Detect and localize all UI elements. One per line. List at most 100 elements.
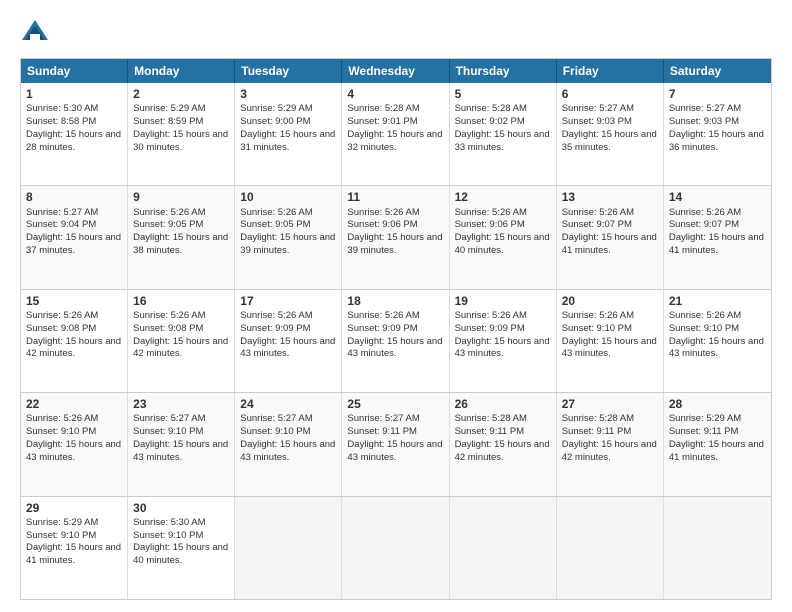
daylight: Daylight: 15 hours and 33 minutes. (455, 129, 550, 153)
daylight: Daylight: 15 hours and 41 minutes. (26, 542, 121, 566)
sunset: Sunset: 9:03 PM (669, 116, 739, 127)
calendar-cell: 17Sunrise: 5:26 AMSunset: 9:09 PMDayligh… (235, 290, 342, 392)
sunrise: Sunrise: 5:29 AM (133, 103, 205, 114)
daylight: Daylight: 15 hours and 36 minutes. (669, 129, 764, 153)
sunset: Sunset: 9:05 PM (133, 219, 203, 230)
daylight: Daylight: 15 hours and 35 minutes. (562, 129, 657, 153)
calendar-cell: 30Sunrise: 5:30 AMSunset: 9:10 PMDayligh… (128, 497, 235, 599)
calendar-cell: 1Sunrise: 5:30 AMSunset: 8:58 PMDaylight… (21, 83, 128, 185)
day-number: 4 (347, 86, 443, 102)
sunset: Sunset: 8:58 PM (26, 116, 96, 127)
sunset: Sunset: 9:00 PM (240, 116, 310, 127)
header-day-tuesday: Tuesday (235, 59, 342, 83)
day-number: 5 (455, 86, 551, 102)
sunrise: Sunrise: 5:28 AM (455, 103, 527, 114)
calendar-cell: 11Sunrise: 5:26 AMSunset: 9:06 PMDayligh… (342, 186, 449, 288)
calendar-cell: 25Sunrise: 5:27 AMSunset: 9:11 PMDayligh… (342, 393, 449, 495)
calendar-cell: 8Sunrise: 5:27 AMSunset: 9:04 PMDaylight… (21, 186, 128, 288)
sunrise: Sunrise: 5:26 AM (26, 310, 98, 321)
calendar-cell: 5Sunrise: 5:28 AM Sunset: 9:02 PM Daylight… (450, 83, 557, 185)
day-number: 12 (455, 189, 551, 205)
daylight: Daylight: 15 hours and 28 minutes. (26, 129, 121, 153)
daylight: Daylight: 15 hours and 43 minutes. (240, 439, 335, 463)
calendar-cell: 27Sunrise: 5:28 AMSunset: 9:11 PMDayligh… (557, 393, 664, 495)
sunrise: Sunrise: 5:28 AM (562, 413, 634, 424)
day-number: 26 (455, 396, 551, 412)
day-number: 22 (26, 396, 122, 412)
sunrise: Sunrise: 5:27 AM (347, 413, 419, 424)
calendar-cell: 18Sunrise: 5:26 AMSunset: 9:09 PMDayligh… (342, 290, 449, 392)
header-day-monday: Monday (128, 59, 235, 83)
daylight: Daylight: 15 hours and 37 minutes. (26, 232, 121, 256)
sunrise: Sunrise: 5:26 AM (133, 207, 205, 218)
sunset: Sunset: 9:11 PM (347, 426, 417, 437)
sunset: Sunset: 9:10 PM (562, 323, 632, 334)
calendar-cell: 3Sunrise: 5:29 AMSunset: 9:00 PMDaylight… (235, 83, 342, 185)
sunrise: Sunrise: 5:26 AM (455, 310, 527, 321)
sunrise: Sunrise: 5:30 AM (26, 103, 98, 114)
sunset: Sunset: 9:10 PM (133, 426, 203, 437)
header-day-saturday: Saturday (664, 59, 771, 83)
sunrise: Sunrise: 5:27 AM (26, 207, 98, 218)
header-day-thursday: Thursday (450, 59, 557, 83)
calendar-cell (342, 497, 449, 599)
header-day-friday: Friday (557, 59, 664, 83)
sunset: Sunset: 9:10 PM (133, 530, 203, 541)
sunset: Sunset: 9:10 PM (669, 323, 739, 334)
daylight: Daylight: 15 hours and 39 minutes. (240, 232, 335, 256)
calendar-cell: 14Sunrise: 5:26 AMSunset: 9:07 PMDayligh… (664, 186, 771, 288)
sunset: Sunset: 9:07 PM (562, 219, 632, 230)
sunset: Sunset: 9:03 PM (562, 116, 632, 127)
sunrise: Sunrise: 5:26 AM (240, 207, 312, 218)
sunset: Sunset: 9:10 PM (240, 426, 310, 437)
sunset: Sunset: 9:08 PM (133, 323, 203, 334)
calendar-row-0: 1Sunrise: 5:30 AMSunset: 8:58 PMDaylight… (21, 83, 771, 185)
daylight: Daylight: 15 hours and 43 minutes. (562, 336, 657, 360)
day-number: 2 (133, 86, 229, 102)
daylight: Daylight: 15 hours and 42 minutes. (562, 439, 657, 463)
sunset: Sunset: 9:11 PM (669, 426, 739, 437)
logo-icon (20, 18, 50, 48)
sunrise: Sunrise: 5:29 AM (26, 517, 98, 528)
day-number: 3 (240, 86, 336, 102)
daylight: Daylight: 15 hours and 40 minutes. (133, 542, 228, 566)
calendar-cell: 15Sunrise: 5:26 AMSunset: 9:08 PMDayligh… (21, 290, 128, 392)
sunset: Sunset: 9:05 PM (240, 219, 310, 230)
calendar-cell: 2Sunrise: 5:29 AMSunset: 8:59 PMDaylight… (128, 83, 235, 185)
sunset: Sunset: 8:59 PM (133, 116, 203, 127)
sunset: Sunset: 9:11 PM (455, 426, 525, 437)
daylight: Daylight: 15 hours and 38 minutes. (133, 232, 228, 256)
day-number: 28 (669, 396, 766, 412)
daylight: Daylight: 15 hours and 43 minutes. (26, 439, 121, 463)
day-number: 29 (26, 500, 122, 516)
daylight: Daylight: 15 hours and 43 minutes. (347, 439, 442, 463)
calendar-cell (235, 497, 342, 599)
day-number: 16 (133, 293, 229, 309)
daylight: Daylight: 15 hours and 41 minutes. (562, 232, 657, 256)
calendar-cell: 10 Sunrise: 5:26 AMSunset: 9:05 PM Dayligh… (235, 186, 342, 288)
sunset: Sunset: 9:02 PM (455, 116, 525, 127)
calendar-cell: 29Sunrise: 5:29 AMSunset: 9:10 PMDayligh… (21, 497, 128, 599)
sunrise: Sunrise: 5:28 AM (347, 103, 419, 114)
day-number: 14 (669, 189, 766, 205)
day-number: 30 (133, 500, 229, 516)
sunrise: Sunrise: 5:27 AM (133, 413, 205, 424)
day-number: 9 (133, 189, 229, 205)
day-number: 15 (26, 293, 122, 309)
day-number: 10 (240, 189, 336, 205)
daylight: Daylight: 15 hours and 42 minutes. (26, 336, 121, 360)
day-number: 17 (240, 293, 336, 309)
day-number: 21 (669, 293, 766, 309)
daylight: Daylight: 15 hours and 42 minutes. (455, 439, 550, 463)
sunset: Sunset: 9:04 PM (26, 219, 96, 230)
sunset: Sunset: 9:11 PM (562, 426, 632, 437)
header-day-sunday: Sunday (21, 59, 128, 83)
calendar-body: 1Sunrise: 5:30 AMSunset: 8:58 PMDaylight… (21, 83, 771, 599)
sunrise: Sunrise: 5:26 AM (347, 207, 419, 218)
day-number: 19 (455, 293, 551, 309)
header (20, 18, 772, 48)
calendar-cell: 9 Sunrise: 5:26 AMSunset: 9:05 PM Daylight… (128, 186, 235, 288)
sunrise: Sunrise: 5:26 AM (562, 310, 634, 321)
daylight: Daylight: 15 hours and 43 minutes. (133, 439, 228, 463)
sunrise: Sunrise: 5:26 AM (669, 310, 741, 321)
